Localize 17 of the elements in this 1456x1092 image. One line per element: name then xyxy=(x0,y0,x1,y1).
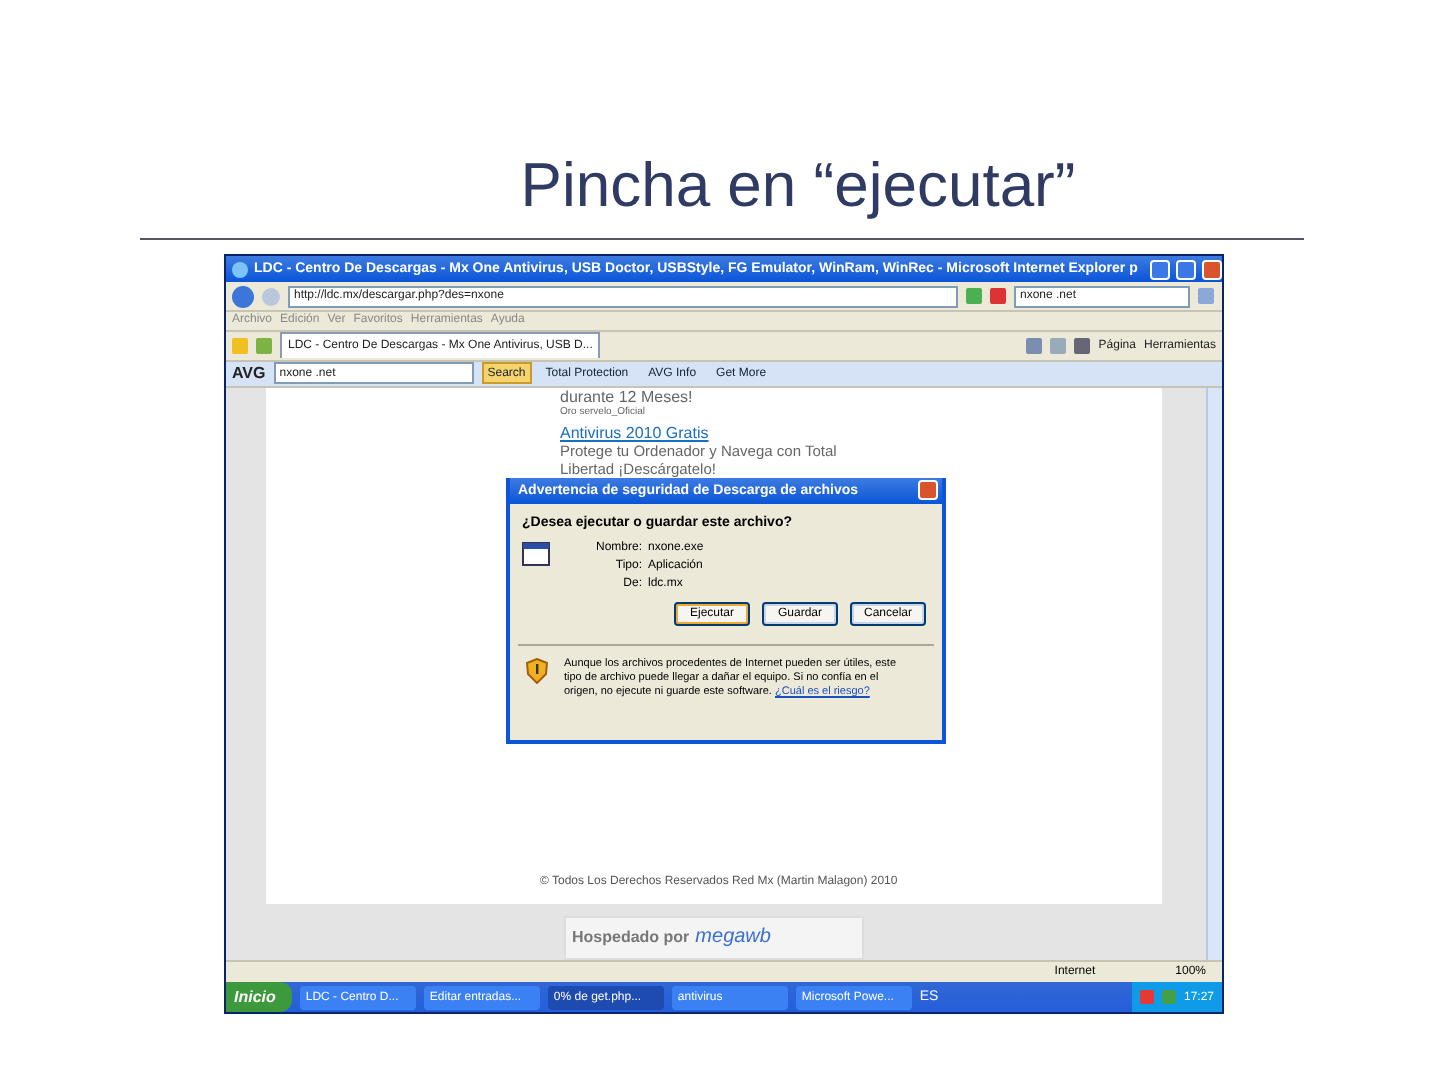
slide-title: Pincha en “ejecutar” xyxy=(520,148,1076,224)
ad-link[interactable]: Antivirus 2010 Gratis xyxy=(560,423,1162,442)
promo-text: durante 12 Meses! xyxy=(560,387,695,406)
maximize-button[interactable] xyxy=(1175,259,1196,280)
back-button[interactable] xyxy=(232,285,254,308)
minimize-button[interactable] xyxy=(1149,259,1170,280)
avg-logo: AVG xyxy=(232,364,266,383)
close-button[interactable] xyxy=(1201,259,1222,280)
warning-shield-icon xyxy=(526,657,548,684)
application-icon xyxy=(522,541,550,566)
close-button[interactable] xyxy=(918,480,938,501)
start-button[interactable]: Inicio xyxy=(226,982,292,1013)
scrollbar[interactable] xyxy=(1206,387,1222,960)
sponsor-banner[interactable]: Hospedado por megawb xyxy=(564,915,864,960)
forward-button[interactable] xyxy=(262,287,280,306)
sponsor-label: Hospedado por xyxy=(572,928,690,947)
sponsor-logo: megawb xyxy=(695,926,771,949)
